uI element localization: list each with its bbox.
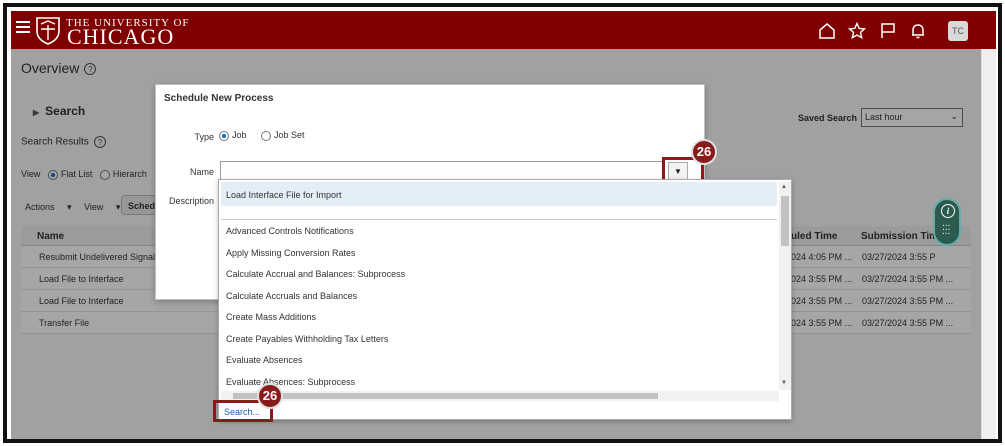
job-set-radio[interactable] bbox=[261, 130, 272, 141]
help-assistant-fab[interactable]: i ∙∙∙ ∙∙∙ ∙∙∙ bbox=[933, 198, 961, 246]
user-avatar[interactable]: TC bbox=[948, 21, 968, 41]
university-crest-icon bbox=[36, 17, 60, 45]
dropdown-option[interactable]: Create Payables Withholding Tax Letters bbox=[221, 328, 777, 350]
home-icon[interactable] bbox=[818, 22, 836, 40]
name-label: Name bbox=[189, 167, 214, 177]
scrollbar-thumb[interactable] bbox=[781, 196, 789, 246]
job-radio[interactable] bbox=[219, 130, 229, 141]
scroll-down-icon[interactable]: ▼ bbox=[781, 380, 787, 386]
dropdown-option[interactable]: Evaluate Absences bbox=[221, 349, 777, 371]
page-scrollbar[interactable] bbox=[981, 49, 996, 439]
dropdown-vertical-scrollbar[interactable]: ▲ ▼ bbox=[779, 182, 791, 390]
scrollbar-thumb[interactable] bbox=[233, 393, 658, 399]
scroll-up-icon[interactable]: ▲ bbox=[781, 184, 787, 190]
job-label: Job bbox=[232, 130, 247, 140]
job-set-label: Job Set bbox=[274, 130, 305, 140]
info-icon[interactable]: i bbox=[941, 204, 955, 218]
dialog-title: Schedule New Process bbox=[164, 93, 274, 104]
app-window: THE UNIVERSITY OF CHICAGO TC Overview? ▶… bbox=[11, 11, 996, 439]
dropdown-horizontal-scrollbar[interactable] bbox=[221, 391, 779, 401]
dropdown-option[interactable]: Evaluate Absences: Subprocess bbox=[221, 371, 777, 391]
screenshot-frame: THE UNIVERSITY OF CHICAGO TC Overview? ▶… bbox=[3, 3, 1002, 443]
dropdown-options: Load Interface File for Import Advanced … bbox=[221, 182, 777, 390]
dropdown-option-selected[interactable]: Load Interface File for Import bbox=[221, 182, 777, 206]
type-label: Type bbox=[194, 132, 214, 142]
dropdown-separator bbox=[221, 206, 777, 220]
logo-title: CHICAGO bbox=[67, 24, 175, 49]
dropdown-option[interactable]: Calculate Accrual and Balances: Subproce… bbox=[221, 263, 777, 285]
dropdown-option[interactable]: Create Mass Additions bbox=[221, 306, 777, 328]
star-icon[interactable] bbox=[848, 22, 866, 40]
bell-icon[interactable] bbox=[909, 22, 927, 40]
dropdown-option[interactable]: Calculate Accruals and Balances bbox=[221, 285, 777, 307]
type-options: Job Job Set bbox=[214, 130, 305, 141]
flag-icon[interactable] bbox=[879, 22, 897, 40]
global-header: THE UNIVERSITY OF CHICAGO TC bbox=[11, 11, 996, 49]
menu-icon[interactable] bbox=[16, 21, 30, 35]
name-dropdown-list: Load Interface File for Import Advanced … bbox=[218, 179, 792, 420]
step-badge-dropdown: 26 bbox=[691, 139, 717, 165]
grid-dots-icon[interactable]: ∙∙∙ ∙∙∙ ∙∙∙ bbox=[942, 221, 954, 239]
name-input[interactable] bbox=[220, 161, 665, 181]
dropdown-option[interactable]: Advanced Controls Notifications bbox=[221, 220, 777, 242]
dropdown-option[interactable]: Apply Missing Conversion Rates bbox=[221, 242, 777, 264]
description-label: Description bbox=[168, 196, 214, 206]
step-badge-search: 26 bbox=[257, 383, 283, 409]
